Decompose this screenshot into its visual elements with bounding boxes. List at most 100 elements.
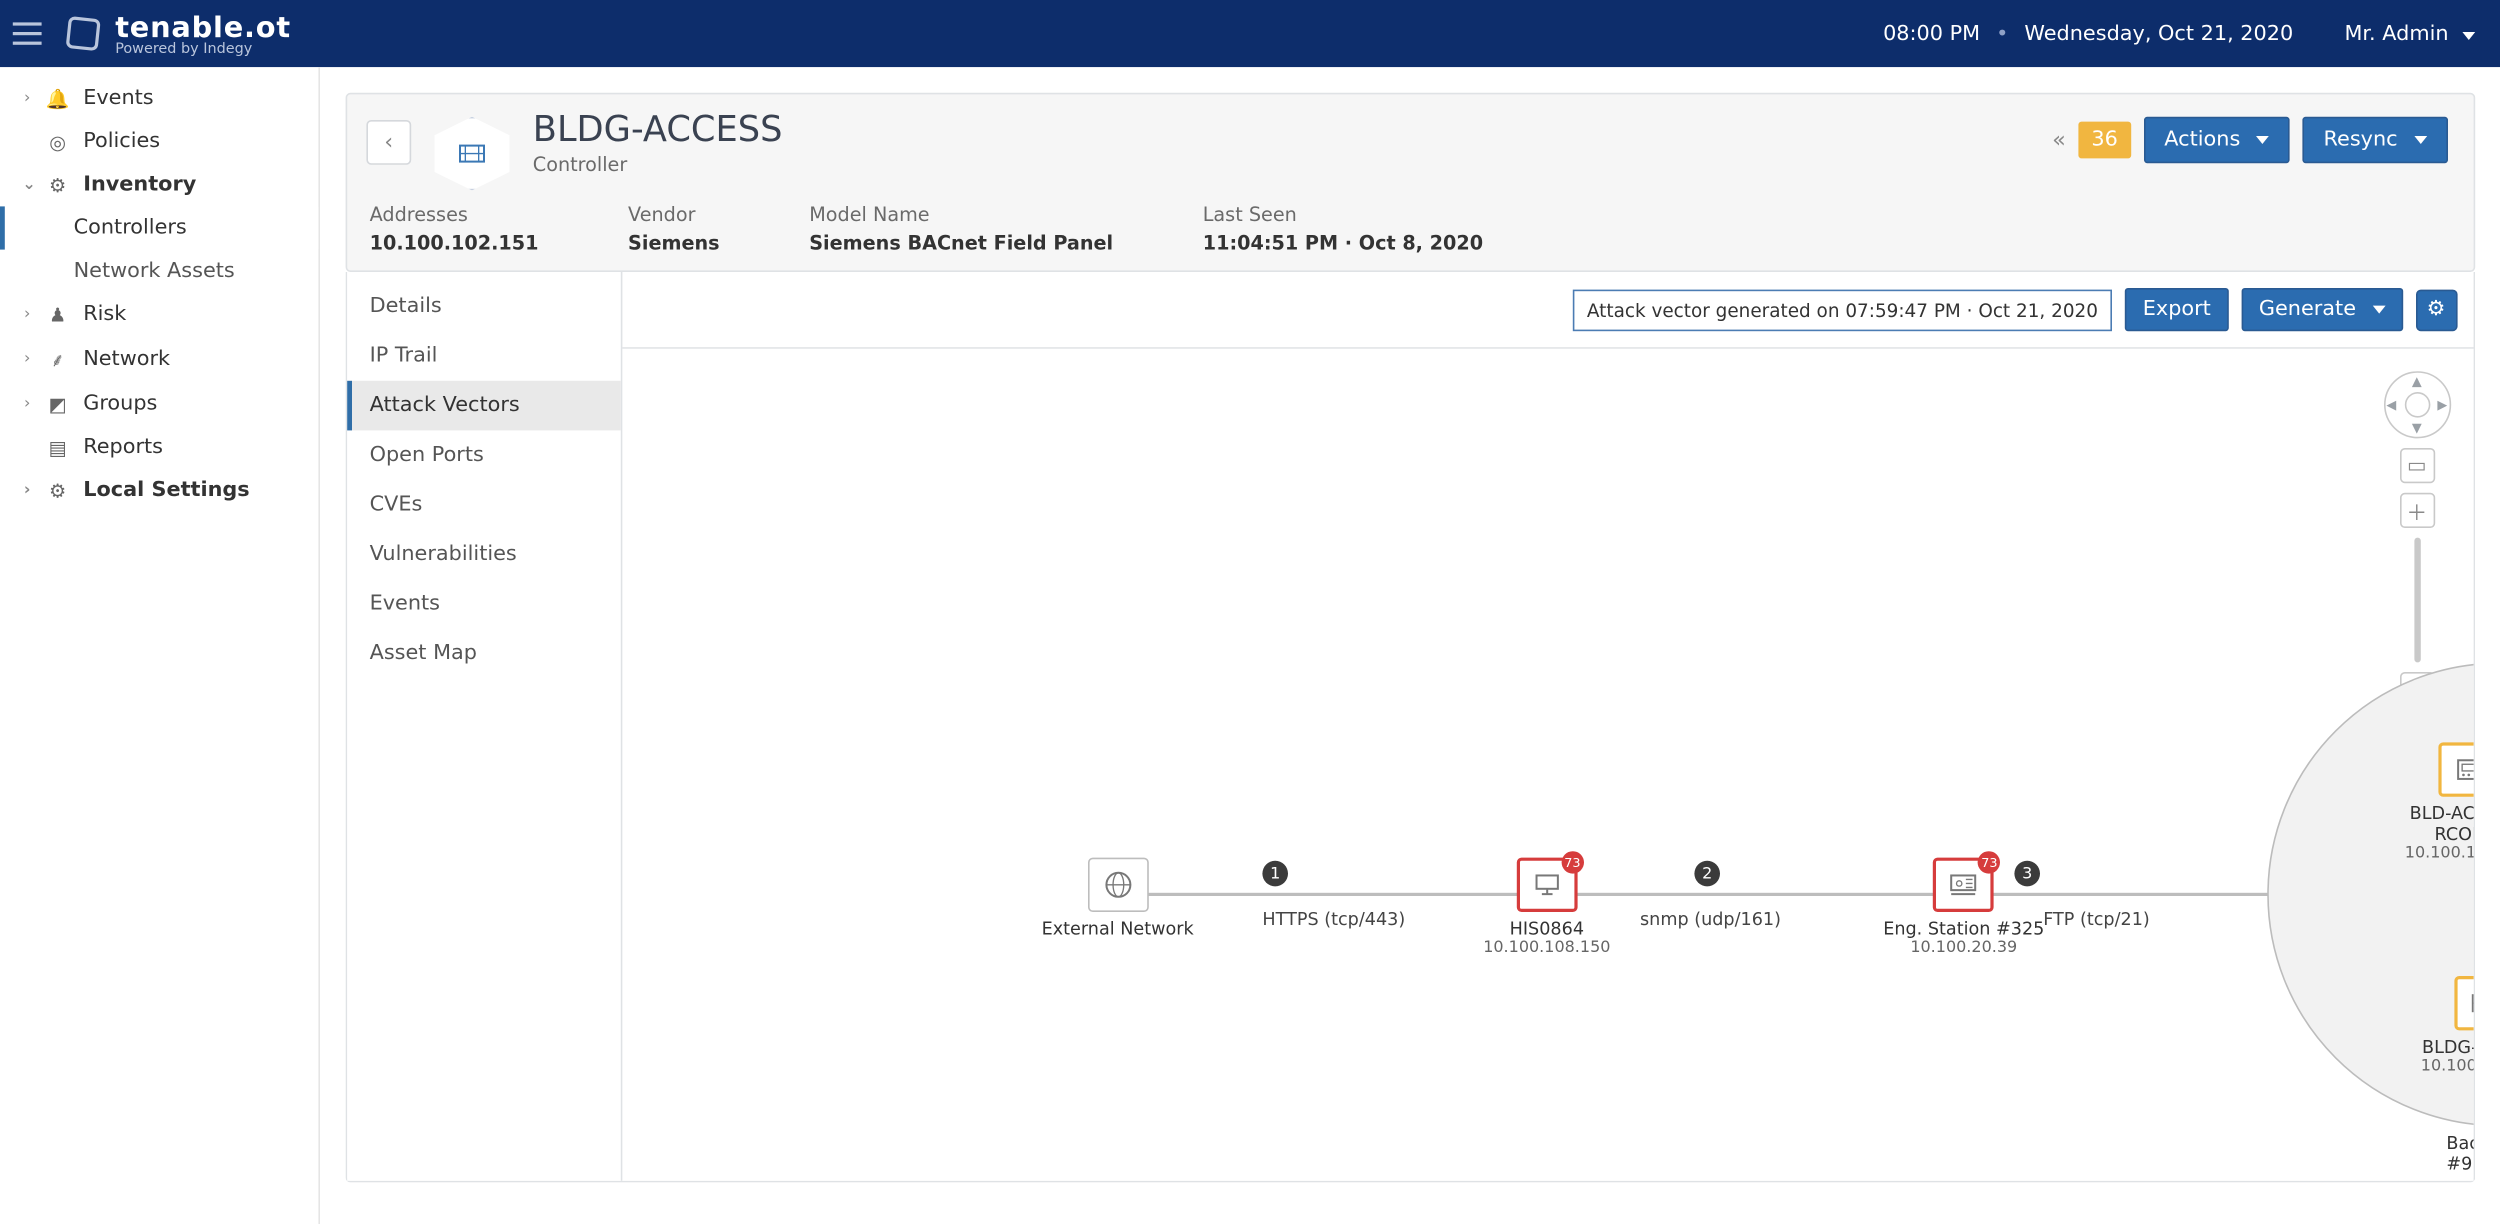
generated-timestamp: Attack vector generated on 07:59:47 PM ·… — [1572, 289, 2112, 331]
sidebar-sub-controllers[interactable]: Controllers — [0, 206, 318, 249]
detail-tab-list: Details IP Trail Attack Vectors Open Por… — [347, 272, 622, 1181]
node-label: BLDG-ACCESS — [2421, 1037, 2473, 1058]
tab-asset-map[interactable]: Asset Map — [347, 629, 621, 679]
settings-button[interactable]: ⚙ — [2415, 289, 2457, 331]
sidebar-label: Network — [83, 347, 170, 371]
risk-badge: 73 — [1978, 851, 2000, 873]
step-marker-3: 3 — [2014, 861, 2040, 887]
node-external-network[interactable]: External Network — [1042, 858, 1194, 940]
node-bldg-access[interactable]: BLDG-ACCESS 10.100.102.151 — [2421, 976, 2473, 1075]
arrow-right-icon: ▶ — [2437, 398, 2447, 412]
tab-cves[interactable]: CVEs — [347, 480, 621, 530]
node-his0864[interactable]: 73 HIS0864 10.100.108.150 — [1483, 858, 1610, 957]
controller-icon — [456, 138, 488, 170]
tab-details[interactable]: Details — [347, 282, 621, 332]
sidebar-item-local-settings[interactable]: › ⚙ Local Settings — [0, 469, 318, 512]
chevron-right-icon: › — [22, 306, 32, 324]
page-subtitle: Controller — [533, 154, 783, 176]
pan-control[interactable]: ▲ ▼ ▶ ◀ — [2383, 371, 2450, 438]
tab-ip-trail[interactable]: IP Trail — [347, 331, 621, 381]
asset-meta: Addresses 10.100.102.151 Vendor Siemens … — [366, 190, 2453, 270]
sidebar-sub-label: Network Assets — [74, 259, 235, 283]
edge-label-1: HTTPS (tcp/443) — [1262, 909, 1405, 930]
meta-head: Addresses — [370, 203, 539, 225]
chevron-down-icon — [2414, 136, 2427, 144]
meta-val-lastseen: 11:04:51 PM · Oct 8, 2020 — [1203, 232, 1483, 254]
menu-toggle[interactable] — [13, 22, 42, 44]
node-label: Eng. Station #325 — [1883, 918, 2044, 939]
sidebar-label: Inventory — [83, 173, 196, 197]
edge-label-3: FTP (tcp/21) — [2043, 909, 2150, 930]
sidebar-item-inventory[interactable]: ⌄ ⚙ Inventory — [0, 163, 318, 206]
meta-val-addresses: 10.100.102.151 — [370, 232, 539, 254]
network-icon: ⸙ — [45, 346, 71, 373]
sidebar-sub-network-assets[interactable]: Network Assets — [0, 250, 318, 293]
controller-icon — [2468, 987, 2472, 1019]
clock-time: 08:00 PM — [1883, 22, 1980, 46]
tab-vulnerabilities[interactable]: Vulnerabilities — [347, 530, 621, 580]
collapse-button[interactable]: « — [2052, 127, 2066, 153]
generate-label: Generate — [2259, 298, 2356, 322]
pawn-icon: ♟ — [45, 303, 71, 325]
node-ip: 10.100.20.39 — [1883, 939, 2044, 957]
sidebar: › 🔔 Events ◎ Policies ⌄ ⚙ Inventory Cont… — [0, 67, 320, 1224]
workstation-icon — [1531, 869, 1563, 901]
chevron-right-icon: › — [22, 350, 32, 368]
node-label: BLD-ACCESS-RCOMM — [2405, 803, 2473, 845]
topbar: tenable.ot Powered by Indegy 08:00 PM • … — [0, 0, 2500, 67]
resync-label: Resync — [2324, 128, 2398, 152]
meta-head: Model Name — [809, 203, 1113, 225]
user-menu[interactable]: Mr. Admin — [2344, 22, 2474, 46]
gear-icon: ⚙ — [45, 479, 71, 501]
sidebar-item-policies[interactable]: ◎ Policies — [0, 120, 318, 163]
fit-screen-button[interactable]: ▭ — [2399, 448, 2434, 483]
sidebar-sub-label: Controllers — [74, 216, 187, 240]
tab-events[interactable]: Events — [347, 579, 621, 629]
map-controls: ▲ ▼ ▶ ◀ ▭ ＋ － — [2383, 371, 2450, 707]
brand-name: tenable.ot — [115, 10, 291, 44]
badge-icon: ◎ — [45, 130, 71, 152]
chevron-right-icon: › — [22, 395, 32, 413]
meta-val-vendor: Siemens — [628, 232, 720, 254]
step-marker-2: 2 — [1694, 861, 1720, 887]
arrow-up-icon: ▲ — [2412, 374, 2422, 388]
export-button[interactable]: Export — [2125, 288, 2228, 331]
node-bld-access-rcomm[interactable]: BLD-ACCESS-RCOMM 10.100.102.151 — [2405, 742, 2473, 862]
arrow-left-icon: ◀ — [2386, 398, 2396, 412]
sidebar-label: Risk — [83, 302, 126, 326]
cube-icon: ◩ — [45, 393, 71, 415]
tenable-logo-icon — [66, 16, 101, 51]
edge-label-2: snmp (udp/161) — [1640, 909, 1781, 930]
tab-open-ports[interactable]: Open Ports — [347, 430, 621, 480]
node-ip: 10.100.108.150 — [1483, 939, 1610, 957]
tab-attack-vectors[interactable]: Attack Vectors — [347, 381, 621, 431]
detail-pane: Details IP Trail Attack Vectors Open Por… — [346, 272, 2475, 1182]
risk-score-badge[interactable]: 36 — [2079, 122, 2131, 159]
sidebar-item-risk[interactable]: › ♟ Risk — [0, 293, 318, 336]
node-ip: 10.100.102.151 — [2405, 845, 2473, 863]
chevron-down-icon — [2372, 306, 2385, 314]
brand: tenable.ot Powered by Indegy — [67, 10, 291, 56]
zoom-in-button[interactable]: ＋ — [2399, 493, 2434, 528]
globe-icon — [1102, 869, 1134, 901]
generate-menu[interactable]: Generate — [2241, 288, 2402, 331]
chevron-right-icon: › — [22, 482, 32, 500]
sidebar-label: Local Settings — [83, 478, 249, 502]
sidebar-item-groups[interactable]: › ◩ Groups — [0, 382, 318, 425]
attack-vector-canvas[interactable]: ▲ ▼ ▶ ◀ ▭ ＋ － — [622, 349, 2472, 1181]
clock-date: Wednesday, Oct 21, 2020 — [2024, 22, 2293, 46]
page-header: ‹ BLDG-ACCESS Controller « — [346, 93, 2475, 272]
backplane-label: Backplane #9 — [2446, 1133, 2472, 1175]
resync-menu[interactable]: Resync — [2303, 117, 2448, 163]
chevron-right-icon: › — [22, 90, 32, 108]
actions-menu[interactable]: Actions — [2144, 117, 2290, 163]
sidebar-item-reports[interactable]: ▤ Reports — [0, 426, 318, 469]
sidebar-item-network[interactable]: › ⸙ Network — [0, 336, 318, 382]
page-title: BLDG-ACCESS — [533, 110, 783, 150]
risk-badge: 73 — [1561, 851, 1583, 873]
arrow-down-icon: ▼ — [2412, 421, 2422, 435]
sidebar-item-events[interactable]: › 🔔 Events — [0, 77, 318, 120]
user-name: Mr. Admin — [2344, 22, 2448, 46]
zoom-slider[interactable] — [2414, 538, 2420, 663]
back-button[interactable]: ‹ — [366, 120, 411, 165]
